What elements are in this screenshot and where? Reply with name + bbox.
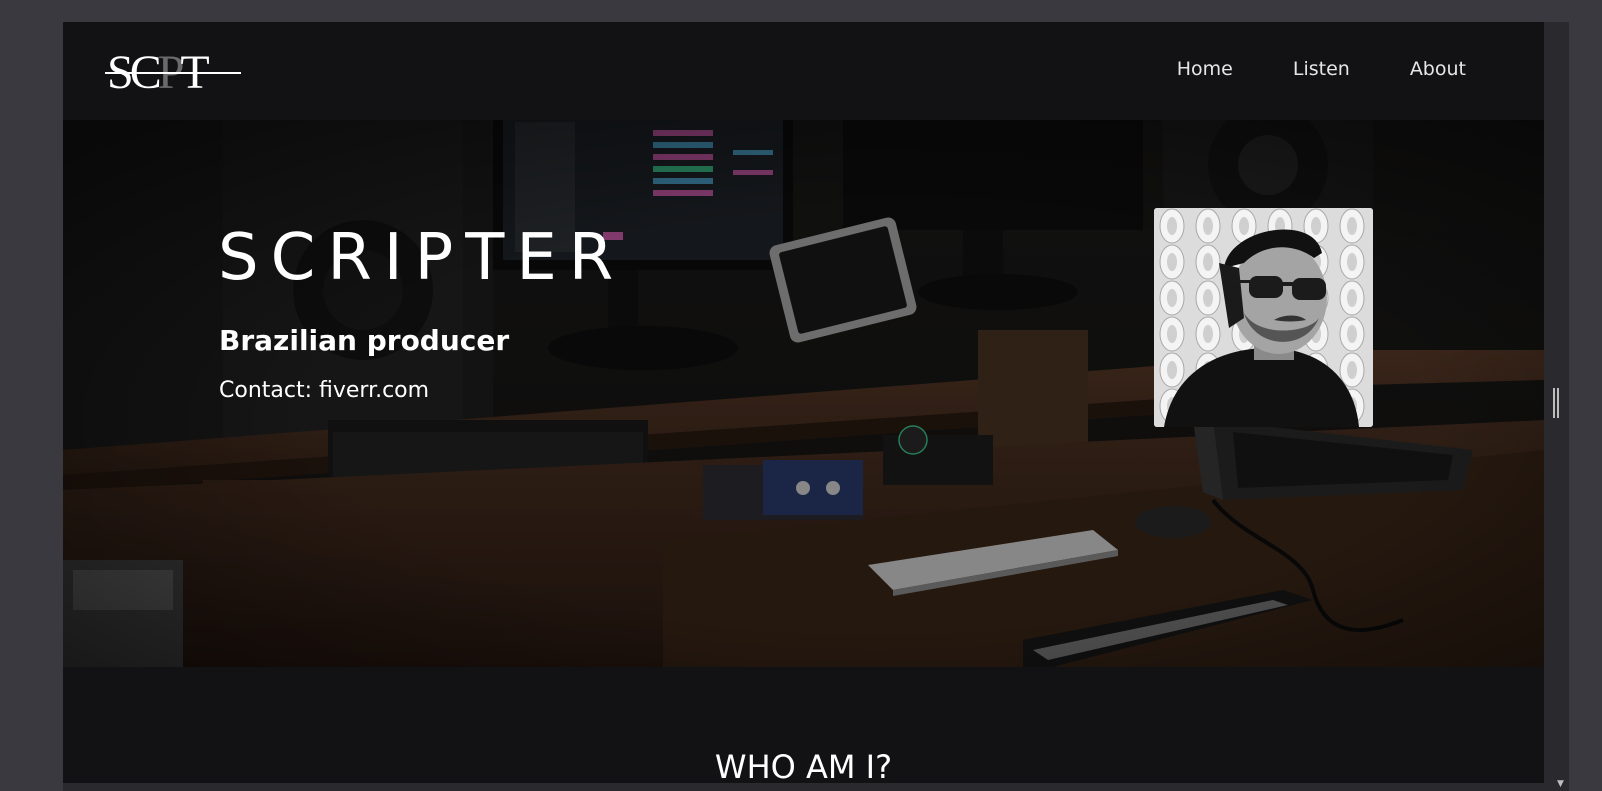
who-am-i-heading: WHO AM I?	[714, 748, 893, 786]
portrait-image	[1154, 208, 1373, 427]
scroll-down-arrow-icon[interactable]: ▼	[1557, 780, 1564, 789]
top-navbar: SCPT Home Listen About	[63, 22, 1544, 120]
artist-portrait-photo	[1154, 208, 1373, 427]
hero-section: SCRIPTER Brazilian producer Contact: fiv…	[63, 120, 1544, 667]
viewport-bottom-edge	[63, 783, 1544, 791]
contact-line: Contact: fiverr.com	[219, 378, 429, 404]
contact-label: Contact:	[219, 378, 319, 403]
contact-fiverr-link[interactable]: fiverr.com	[319, 378, 429, 403]
scrollbar-thumb[interactable]	[1553, 388, 1559, 418]
artist-subtitle: Brazilian producer	[219, 324, 510, 357]
page-container: SCPT Home Listen About SCRIPTER Brazilia…	[63, 22, 1544, 791]
logo-text-sc: SCPT	[107, 46, 209, 96]
nav-listen-link[interactable]: Listen	[1293, 58, 1350, 80]
nav-about-link[interactable]: About	[1410, 58, 1466, 80]
main-nav: Home Listen About	[1177, 58, 1466, 80]
scpt-logo[interactable]: SCPT	[105, 46, 245, 96]
nav-home-link[interactable]: Home	[1177, 58, 1233, 80]
artist-name-title: SCRIPTER	[218, 221, 626, 295]
